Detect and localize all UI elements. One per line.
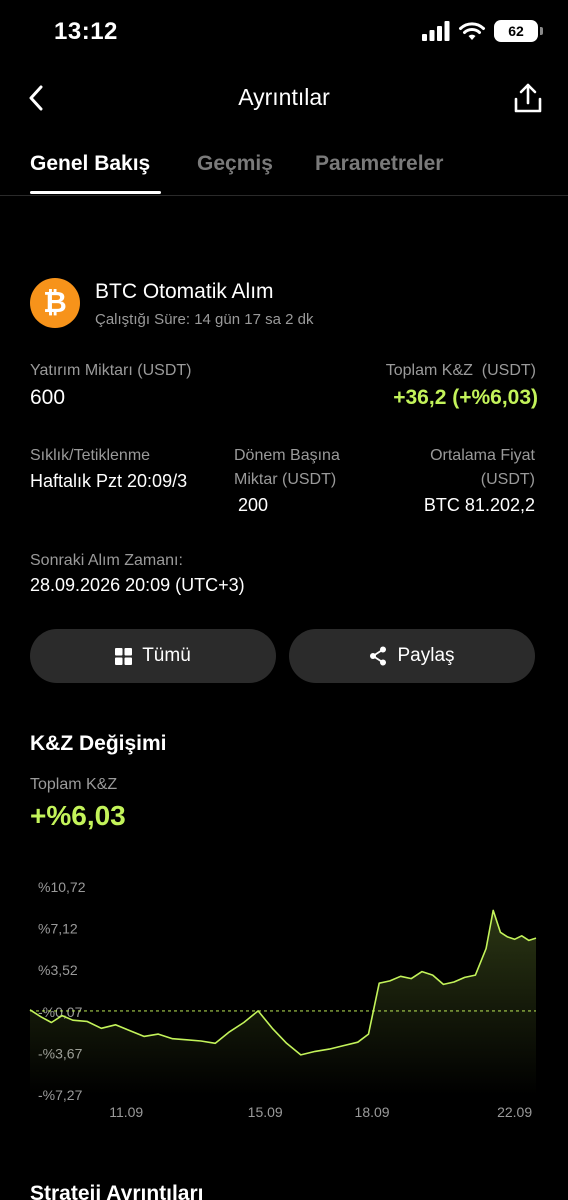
share-button-label: Paylaş <box>397 645 455 666</box>
per-period-label-line1: Dönem Başına <box>234 447 340 464</box>
bitcoin-icon: ₿ <box>30 278 80 328</box>
export-icon[interactable] <box>510 78 546 118</box>
x-tick-label: 15.09 <box>248 1104 283 1120</box>
nav-bar: Ayrıntılar <box>0 72 568 124</box>
avg-price-label-line2: (USDT) <box>480 471 535 488</box>
x-tick-label: 22.09 <box>497 1104 532 1120</box>
all-button-label: Tümü <box>142 645 191 666</box>
bot-name: BTC Otomatik Alım <box>95 280 274 303</box>
y-tick-label: %3,52 <box>38 962 78 978</box>
active-tab-indicator <box>30 191 161 194</box>
x-tick-label: 18.09 <box>355 1104 390 1120</box>
strategy-title: Strateji Ayrıntıları <box>30 1182 204 1200</box>
y-tick-label: %7,12 <box>38 921 78 937</box>
page-title: Ayrıntılar <box>238 84 330 110</box>
pnl-change-title: K&Z Değişimi <box>30 732 167 755</box>
tab-bar: Genel Bakış Geçmiş Parametreler <box>0 140 568 196</box>
investment-label: Yatırım Miktarı (USDT) <box>30 362 192 379</box>
tab-history[interactable]: Geçmiş <box>197 152 273 176</box>
bot-header: ₿ BTC Otomatik Alım Çalıştığı Süre: 14 g… <box>30 278 540 330</box>
status-time: 13:12 <box>54 18 118 45</box>
avg-price-label-line1: Ortalama Fiyat <box>430 447 535 464</box>
share-button[interactable]: Paylaş <box>289 629 535 683</box>
all-button[interactable]: Tümü <box>30 629 276 683</box>
status-bar: 13:12 62 <box>0 0 568 64</box>
next-buy-label: Sonraki Alım Zamanı: <box>30 552 183 569</box>
grid-icon <box>115 647 133 665</box>
frequency-value: Haftalık Pzt 20:09/3 <box>30 471 188 491</box>
wifi-icon <box>459 22 485 40</box>
pnl-value: +36,2 (+%6,03) <box>393 386 538 409</box>
x-tick-label: 11.09 <box>109 1104 143 1120</box>
series-area <box>30 910 536 1095</box>
battery-icon: 62 <box>494 20 543 42</box>
total-pnl-value: +%6,03 <box>30 800 126 831</box>
frequency-label: Sıklık/Tetiklenme <box>30 447 151 464</box>
avg-price-value: BTC 81.202,2 <box>423 495 535 515</box>
investment-value: 600 <box>30 386 66 409</box>
signal-icon <box>422 21 450 41</box>
y-tick-label: %10,72 <box>38 879 86 895</box>
per-period-value: 200 <box>238 495 269 515</box>
bot-runtime: Çalıştığı Süre: 14 gün 17 sa 2 dk <box>95 311 314 328</box>
total-pnl-label: Toplam K&Z <box>30 776 118 793</box>
pnl-label: Toplam K&Z (USDT) <box>385 362 536 379</box>
share-icon <box>370 646 387 666</box>
tab-overview[interactable]: Genel Bakış <box>30 152 150 176</box>
status-icons: 62 <box>422 20 543 42</box>
next-buy-value: 28.09.2026 20:09 (UTC+3) <box>30 575 245 595</box>
tab-parameters[interactable]: Parametreler <box>315 152 443 176</box>
pnl-chart[interactable]: %10,72%7,12%3,52-%0,07-%3,67-%7,2711.091… <box>0 860 568 1130</box>
per-period-label-line2: Miktar (USDT) <box>234 471 337 488</box>
